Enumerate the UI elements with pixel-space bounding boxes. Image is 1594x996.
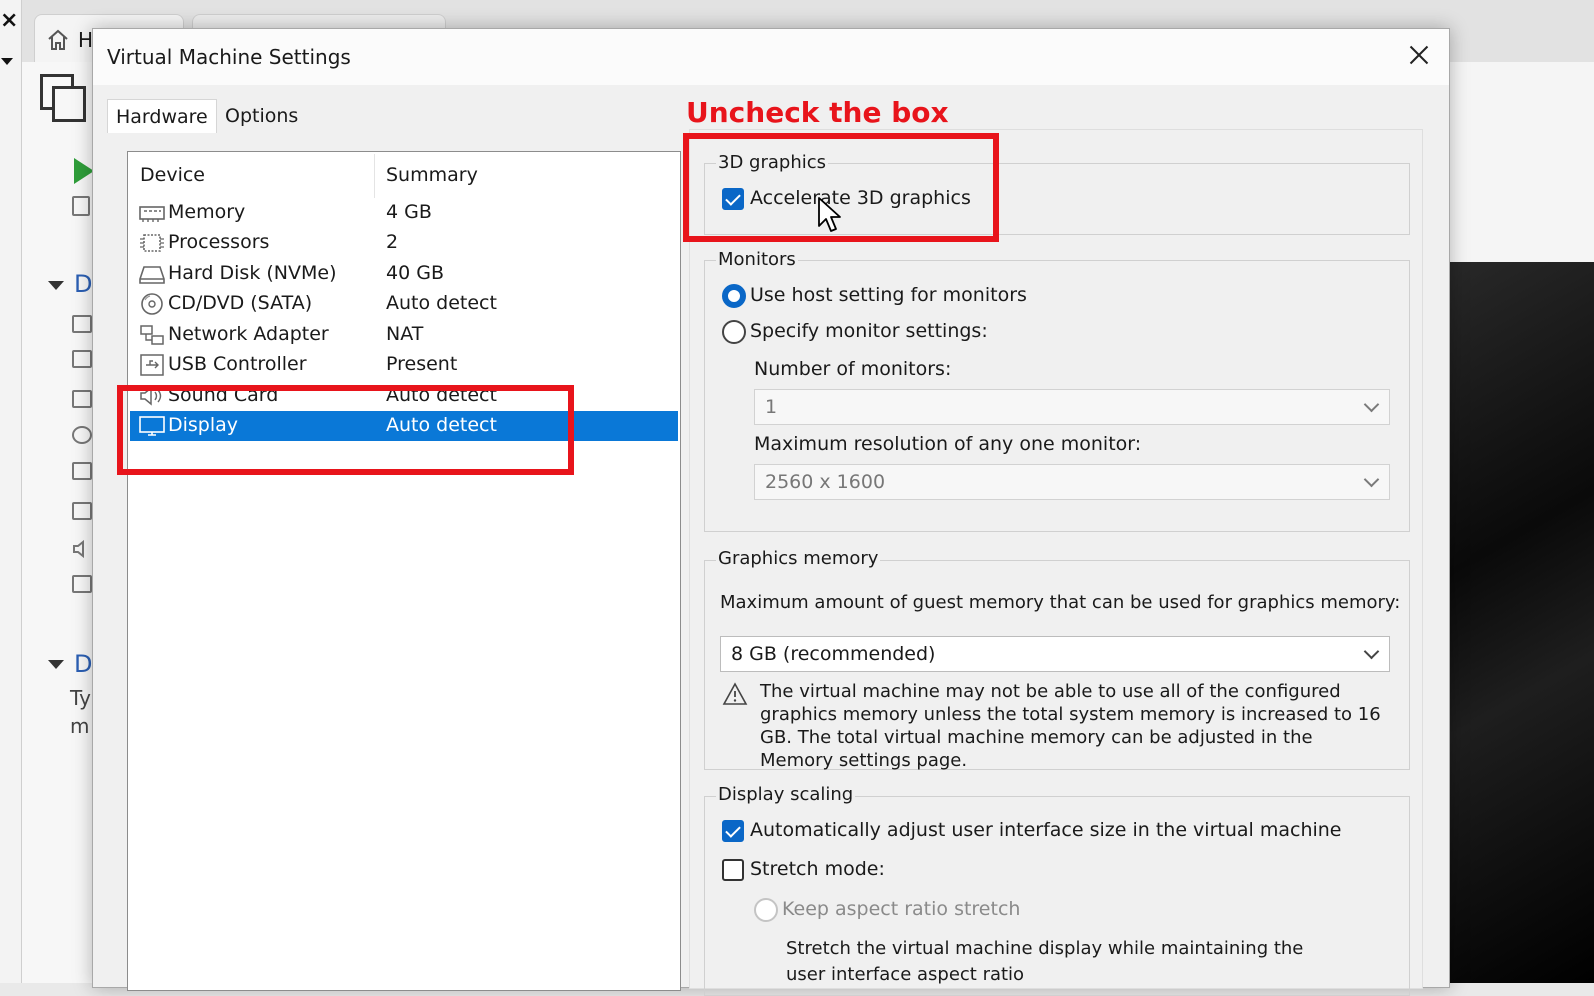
number-of-monitors-select[interactable]: 1 — [754, 389, 1390, 425]
warning-icon — [722, 682, 748, 705]
use-host-monitors-radio[interactable] — [722, 284, 746, 308]
display-settings-panel: 3D graphics Accelerate 3D graphics Monit… — [689, 129, 1423, 996]
background-left-edge — [0, 0, 22, 983]
device-row-network-adapter[interactable]: Network Adapter NAT — [130, 320, 678, 350]
device-summary: NAT — [386, 323, 424, 345]
sidebar-detail-text: Ty — [70, 686, 91, 710]
keep-aspect-radio[interactable] — [754, 898, 778, 922]
memory-icon — [72, 315, 92, 333]
device-row-processors[interactable]: Processors 2 — [130, 228, 678, 258]
cd-dvd-icon — [141, 293, 163, 315]
background-dropdown-icon[interactable] — [0, 50, 14, 72]
sidebar-section-devices[interactable]: D — [74, 270, 92, 298]
sidebar-section-details[interactable]: D — [74, 650, 92, 678]
usb-icon — [72, 502, 92, 520]
hard-disk-icon — [72, 390, 92, 408]
group-title-monitors: Monitors — [716, 249, 798, 270]
home-icon — [48, 29, 68, 50]
sidebar-detail-text: m — [70, 714, 90, 738]
collapse-caret-icon[interactable] — [48, 281, 64, 290]
collapse-caret-icon[interactable] — [48, 660, 64, 669]
device-name: USB Controller — [168, 353, 307, 375]
background-sidebar — [22, 62, 102, 983]
number-of-monitors-label: Number of monitors: — [754, 358, 952, 380]
network-adapter-icon — [72, 462, 92, 480]
auto-adjust-ui-checkbox[interactable] — [722, 820, 744, 842]
mouse-cursor-icon — [818, 197, 841, 232]
keep-aspect-label[interactable]: Keep aspect ratio stretch — [782, 898, 1020, 920]
network-adapter-icon — [140, 325, 164, 345]
tab-options[interactable]: Options — [217, 99, 298, 133]
specify-monitor-label[interactable]: Specify monitor settings: — [750, 320, 988, 342]
group-title-display-scaling: Display scaling — [716, 784, 856, 805]
stretch-mode-checkbox[interactable] — [722, 859, 744, 881]
max-resolution-select[interactable]: 2560 x 1600 — [754, 464, 1390, 500]
device-name: Memory — [168, 201, 246, 223]
power-on-icon[interactable] — [74, 158, 94, 184]
device-row-usb-controller[interactable]: USB Controller Present — [130, 350, 678, 380]
usb-icon — [140, 354, 164, 376]
column-header-device[interactable]: Device — [140, 164, 205, 186]
column-header-summary[interactable]: Summary — [386, 164, 478, 186]
chevron-down-icon — [1363, 471, 1380, 488]
stretch-mode-label[interactable]: Stretch mode: — [750, 858, 885, 880]
group-title-graphics-memory: Graphics memory — [716, 548, 881, 569]
annotation-box-display — [117, 385, 574, 475]
processor-icon — [140, 234, 164, 252]
background-tab-label: H — [78, 28, 94, 52]
device-summary: 40 GB — [386, 262, 444, 284]
graphics-memory-select[interactable]: 8 GB (recommended) — [720, 636, 1390, 672]
dialog-title: Virtual Machine Settings — [107, 45, 351, 69]
max-resolution-label: Maximum resolution of any one monitor: — [754, 433, 1142, 455]
number-of-monitors-value: 1 — [765, 396, 778, 418]
chevron-down-icon — [1363, 643, 1380, 660]
memory-icon — [139, 206, 165, 222]
library-icon[interactable] — [40, 74, 88, 124]
snapshot-icon[interactable] — [72, 196, 90, 216]
background-close-icon[interactable]: × — [0, 8, 18, 33]
close-button[interactable] — [1397, 35, 1441, 75]
device-name: Processors — [168, 231, 270, 253]
sound-card-icon — [72, 539, 92, 559]
device-summary: 2 — [386, 231, 399, 253]
max-resolution-value: 2560 x 1600 — [765, 471, 886, 493]
processor-icon — [72, 350, 92, 368]
graphics-memory-description: Maximum amount of guest memory that can … — [720, 592, 1401, 613]
device-summary: 4 GB — [386, 201, 432, 223]
device-row-memory[interactable]: Memory 4 GB — [130, 198, 678, 228]
graphics-memory-warning: The virtual machine may not be able to u… — [760, 681, 1381, 771]
graphics-memory-value: 8 GB (recommended) — [731, 643, 936, 665]
device-row-hard-disk[interactable]: Hard Disk (NVMe) 40 GB — [130, 259, 678, 289]
device-list[interactable]: Device Summary Memory 4 GB Processors 2 … — [127, 151, 681, 991]
use-host-monitors-label[interactable]: Use host setting for monitors — [750, 284, 1027, 306]
keep-aspect-description: Stretch the virtual machine display whil… — [786, 938, 1304, 985]
auto-adjust-ui-label[interactable]: Automatically adjust user interface size… — [750, 819, 1342, 841]
hard-disk-icon — [139, 266, 165, 284]
specify-monitor-radio[interactable] — [722, 320, 746, 344]
chevron-down-icon — [1363, 396, 1380, 413]
column-separator[interactable] — [374, 154, 375, 198]
annotation-text: Uncheck the box — [686, 96, 949, 129]
cd-dvd-icon — [72, 426, 92, 444]
tab-hardware[interactable]: Hardware — [107, 99, 217, 133]
device-name: CD/DVD (SATA) — [168, 292, 313, 314]
device-summary: Auto detect — [386, 292, 497, 314]
device-name: Hard Disk (NVMe) — [168, 262, 337, 284]
device-name: Network Adapter — [168, 323, 329, 345]
device-summary: Present — [386, 353, 458, 375]
display-icon — [72, 575, 92, 593]
device-row-cd-dvd[interactable]: CD/DVD (SATA) Auto detect — [130, 289, 678, 319]
